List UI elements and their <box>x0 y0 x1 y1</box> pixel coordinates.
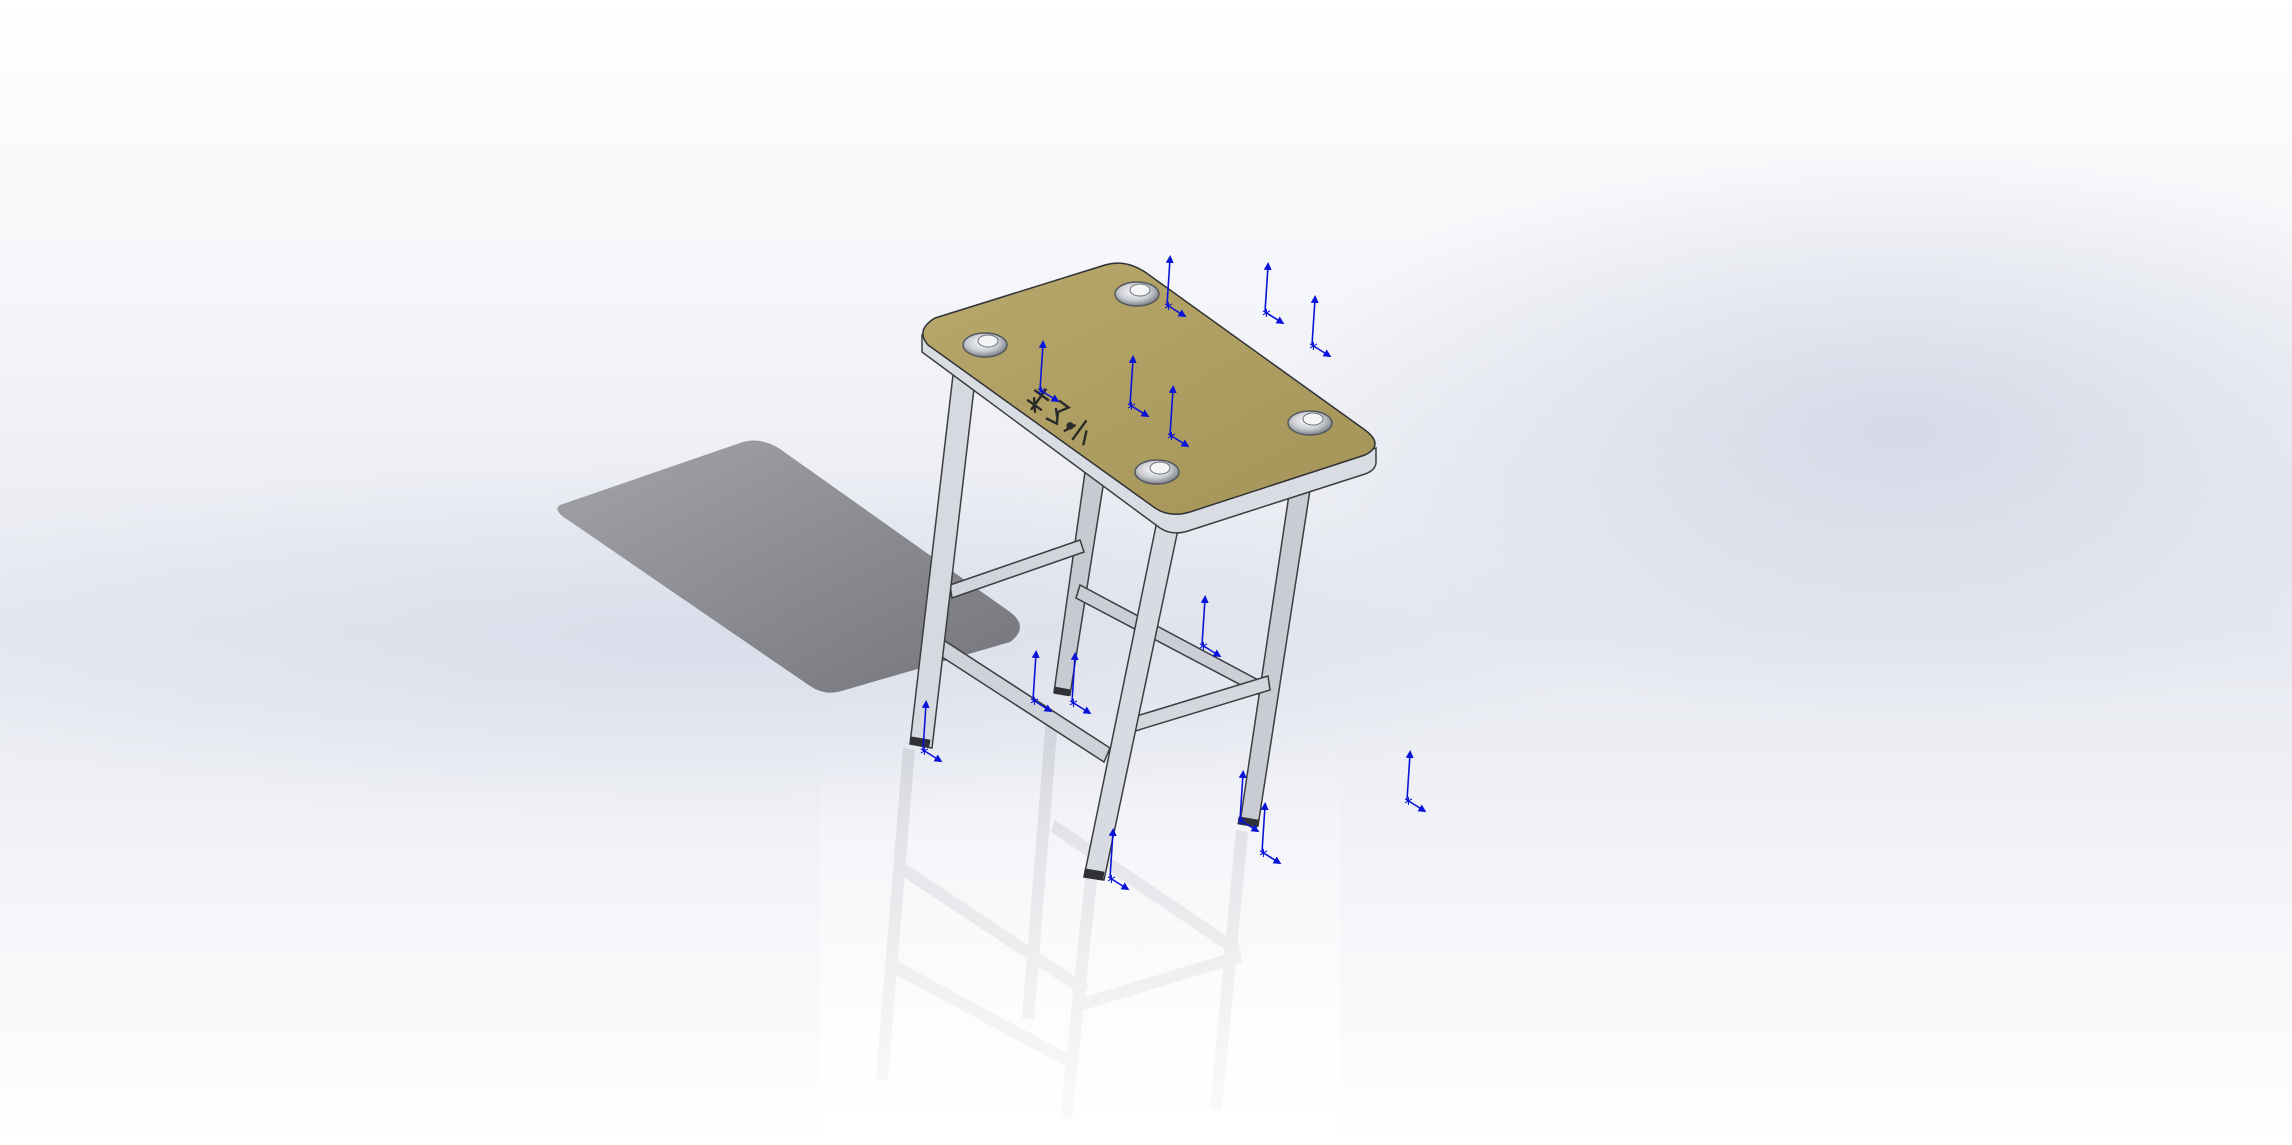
bolt-head-icon[interactable] <box>1134 459 1180 485</box>
rail-front-lower <box>1129 675 1271 733</box>
mate-point-icon: ∗ <box>1198 639 1209 654</box>
coordinate-triad-icon[interactable]: ∗ <box>1308 295 1332 358</box>
coordinate-triad-icon[interactable]: ∗ <box>1029 650 1053 713</box>
mate-point-icon: ∗ <box>1029 694 1040 709</box>
model-scene[interactable]: ∗ ∗ ∗ ∗ ∗ ∗ ∗ ∗ ∗ ∗ ∗ ∗ ∗ ∗ <box>0 0 2292 1145</box>
mate-point-icon: ∗ <box>1068 696 1079 711</box>
bolt-head-icon[interactable] <box>1287 410 1333 436</box>
mate-point-icon: ∗ <box>1106 872 1117 887</box>
coordinate-triad-icon[interactable]: ∗ <box>1403 750 1427 813</box>
bolt-head-icon[interactable] <box>1114 281 1160 307</box>
bolt-head-icon[interactable] <box>962 332 1008 358</box>
mate-point-icon: ∗ <box>1261 306 1272 321</box>
mate-point-icon: ∗ <box>1236 814 1247 829</box>
rail-back-lower <box>1075 583 1263 696</box>
graphics-viewport[interactable]: ∗ ∗ ∗ ∗ ∗ ∗ ∗ ∗ ∗ ∗ ∗ ∗ ∗ ∗ <box>0 0 2292 1145</box>
mate-point-icon: ∗ <box>1166 429 1177 444</box>
mate-point-icon: ∗ <box>919 744 930 759</box>
mate-point-icon: ∗ <box>1308 339 1319 354</box>
leg-back-left <box>1053 471 1106 696</box>
mate-point-icon: ∗ <box>1163 299 1174 314</box>
coordinate-triad-icon[interactable]: ∗ <box>1261 262 1285 325</box>
mate-point-icon: ∗ <box>1126 399 1137 414</box>
rail-left-upper <box>949 539 1085 600</box>
mate-point-icon: ∗ <box>1403 794 1414 809</box>
coordinate-triad-icon[interactable]: ∗ <box>1198 595 1222 658</box>
mate-point-icon: ∗ <box>1258 846 1269 861</box>
mate-point-icon: ∗ <box>1036 384 1047 399</box>
